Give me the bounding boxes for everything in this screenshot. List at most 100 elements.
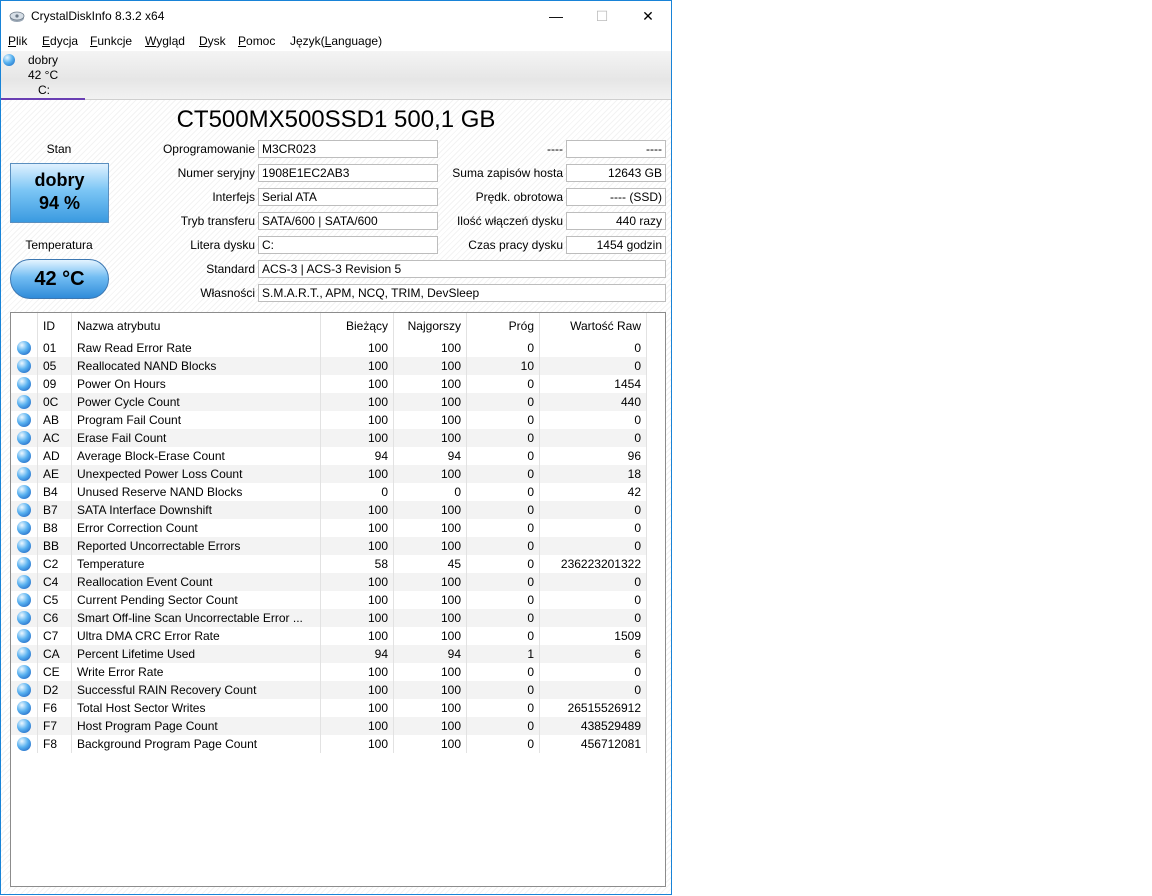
status-good-icon <box>17 647 31 662</box>
menu-wyglad[interactable]: Wygląd <box>145 34 185 48</box>
attribute-raw: 42 <box>539 483 647 501</box>
table-row[interactable]: C7 Ultra DMA CRC Error Rate 100 100 0 1509 <box>11 627 647 645</box>
table-row[interactable]: 0C Power Cycle Count 100 100 0 440 <box>11 393 647 411</box>
table-row[interactable]: B8 Error Correction Count 100 100 0 0 <box>11 519 647 537</box>
table-row[interactable]: C6 Smart Off-line Scan Uncorrectable Erro… <box>11 609 647 627</box>
attribute-threshold: 0 <box>466 375 540 393</box>
header-worst[interactable]: Najgorszy <box>393 313 467 339</box>
attribute-id: B8 <box>37 519 72 537</box>
window-title: CrystalDiskInfo 8.3.2 x64 <box>31 9 165 23</box>
table-row[interactable]: B7 SATA Interface Downshift 100 100 0 0 <box>11 501 647 519</box>
status-good-icon <box>17 413 31 428</box>
attribute-name: Reallocated NAND Blocks <box>71 357 321 375</box>
attribute-status-cell <box>11 339 38 357</box>
header-icon-column[interactable] <box>11 313 38 339</box>
attribute-raw: 0 <box>539 339 647 357</box>
table-row[interactable]: AB Program Fail Count 100 100 0 0 <box>11 411 647 429</box>
header-id[interactable]: ID <box>37 313 72 339</box>
field-label-transfer-mode: Tryb transferu <box>180 214 255 228</box>
header-raw-value[interactable]: Wartość Raw <box>539 313 647 339</box>
attribute-threshold: 0 <box>466 519 540 537</box>
status-good-icon <box>17 665 31 680</box>
menu-edycja[interactable]: Edycja <box>42 34 78 48</box>
table-row[interactable]: AE Unexpected Power Loss Count 100 100 0 18 <box>11 465 647 483</box>
table-row[interactable]: BB Reported Uncorrectable Errors 100 100 0 0 <box>11 537 647 555</box>
menu-plik[interactable]: Plik <box>8 34 27 48</box>
attribute-worst: 100 <box>393 501 467 519</box>
attribute-id: 0C <box>37 393 72 411</box>
table-row[interactable]: F6 Total Host Sector Writes 100 100 0 2651552… <box>11 699 647 717</box>
attribute-current: 100 <box>320 735 394 753</box>
table-row[interactable]: F8 Background Program Page Count 100 100 0 45… <box>11 735 647 753</box>
attribute-current: 94 <box>320 645 394 663</box>
temperature-button[interactable]: 42 °C <box>10 259 109 299</box>
attribute-id: C6 <box>37 609 72 627</box>
attribute-current: 58 <box>320 555 394 573</box>
menu-dysk[interactable]: Dysk <box>199 34 226 48</box>
attribute-id: BB <box>37 537 72 555</box>
status-good-icon <box>17 593 31 608</box>
status-good-icon <box>17 503 31 518</box>
table-row[interactable]: C2 Temperature 58 45 0 236223201322 <box>11 555 647 573</box>
attribute-worst: 100 <box>393 717 467 735</box>
table-row[interactable]: 01 Raw Read Error Rate 100 100 0 0 <box>11 339 647 357</box>
attribute-id: AC <box>37 429 72 447</box>
attribute-id: CA <box>37 645 72 663</box>
header-threshold[interactable]: Próg <box>466 313 540 339</box>
attribute-current: 100 <box>320 609 394 627</box>
attribute-id: D2 <box>37 681 72 699</box>
attribute-name: Smart Off-line Scan Uncorrectable Error … <box>71 609 321 627</box>
health-status-button[interactable]: dobry 94 % <box>10 163 109 223</box>
attribute-status-cell <box>11 447 38 465</box>
attribute-name: Temperature <box>71 555 321 573</box>
table-row[interactable]: F7 Host Program Page Count 100 100 0 43852948… <box>11 717 647 735</box>
attribute-worst: 100 <box>393 627 467 645</box>
attribute-raw: 0 <box>539 357 647 375</box>
table-row[interactable]: 05 Reallocated NAND Blocks 100 100 10 0 <box>11 357 647 375</box>
attribute-current: 100 <box>320 501 394 519</box>
disk-tab-temp: 42 °C <box>28 68 59 82</box>
menu-language[interactable]: Język(Language) <box>290 34 382 48</box>
table-row[interactable]: CE Write Error Rate 100 100 0 0 <box>11 663 647 681</box>
field-label-rotation-rate: Prędk. obrotowa <box>475 190 563 204</box>
status-good-icon <box>17 683 31 698</box>
field-label-standard: Standard <box>206 262 255 276</box>
table-row[interactable]: AC Erase Fail Count 100 100 0 0 <box>11 429 647 447</box>
table-row[interactable]: B4 Unused Reserve NAND Blocks 0 0 0 42 <box>11 483 647 501</box>
table-row[interactable]: AD Average Block-Erase Count 94 94 0 96 <box>11 447 647 465</box>
table-row[interactable]: D2 Successful RAIN Recovery Count 100 100 0 0 <box>11 681 647 699</box>
table-row[interactable]: C5 Current Pending Sector Count 100 100 0 0 <box>11 591 647 609</box>
attribute-worst: 94 <box>393 447 467 465</box>
field-label-features: Własności <box>200 286 255 300</box>
attribute-raw: 18 <box>539 465 647 483</box>
close-icon[interactable]: ✕ <box>625 1 671 31</box>
attribute-worst: 100 <box>393 681 467 699</box>
attribute-current: 100 <box>320 591 394 609</box>
minimize-icon[interactable]: — <box>533 1 579 31</box>
table-row[interactable]: CA Percent Lifetime Used 94 94 1 6 <box>11 645 647 663</box>
attribute-status-cell <box>11 735 38 753</box>
menu-pomoc[interactable]: Pomoc <box>238 34 275 48</box>
maximize-icon[interactable]: ☐ <box>579 1 625 31</box>
attribute-worst: 100 <box>393 393 467 411</box>
smart-header-row: ID Nazwa atrybutu Bieżący Najgorszy Próg… <box>11 313 647 339</box>
attribute-name: Erase Fail Count <box>71 429 321 447</box>
smart-attributes-table[interactable]: ID Nazwa atrybutu Bieżący Najgorszy Próg… <box>10 312 666 887</box>
attribute-worst: 100 <box>393 519 467 537</box>
disk-selector-bar: dobry 42 °C C: <box>1 51 671 100</box>
menu-funkcje[interactable]: Funkcje <box>90 34 132 48</box>
header-current[interactable]: Bieżący <box>320 313 394 339</box>
attribute-threshold: 0 <box>466 537 540 555</box>
title-bar[interactable]: CrystalDiskInfo 8.3.2 x64 — ☐ ✕ <box>1 1 671 31</box>
attribute-worst: 100 <box>393 411 467 429</box>
attribute-name: Average Block-Erase Count <box>71 447 321 465</box>
table-row[interactable]: 09 Power On Hours 100 100 0 1454 <box>11 375 647 393</box>
field-value-drive-letter: C: <box>258 236 438 254</box>
attribute-status-cell <box>11 429 38 447</box>
field-value-features: S.M.A.R.T., APM, NCQ, TRIM, DevSleep <box>258 284 666 302</box>
attribute-worst: 100 <box>393 609 467 627</box>
attribute-raw: 456712081 <box>539 735 647 753</box>
header-attribute-name[interactable]: Nazwa atrybutu <box>71 313 321 339</box>
disk-tab-c[interactable]: dobry 42 °C C: <box>1 51 85 100</box>
table-row[interactable]: C4 Reallocation Event Count 100 100 0 0 <box>11 573 647 591</box>
